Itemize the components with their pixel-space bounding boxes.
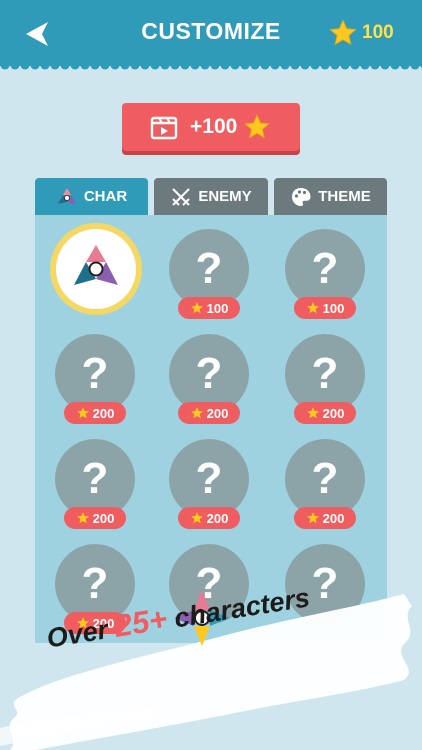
price-badge: 100 [178, 297, 240, 319]
price-value: 200 [206, 405, 229, 421]
star-icon [306, 302, 319, 314]
tab-enemy[interactable]: ENEMY [154, 178, 268, 215]
question-mark-icon: ? [81, 349, 109, 398]
star-icon [306, 512, 319, 524]
price-value: 200 [322, 510, 345, 526]
crossed-swords-icon [172, 187, 191, 206]
video-clapper-icon [150, 116, 178, 140]
price-value: 200 [322, 405, 345, 421]
tab-label: CHAR [83, 188, 128, 205]
question-mark-icon: ? [195, 454, 223, 503]
character-slot[interactable]: ? 200 [284, 439, 366, 535]
question-mark-icon: ? [81, 559, 109, 608]
watch-video-reward-button[interactable]: +100 [122, 103, 300, 151]
character-slot-selected[interactable] [50, 223, 142, 315]
star-icon [306, 407, 319, 419]
price-value: 200 [206, 510, 229, 526]
character-slot[interactable]: ? 200 [168, 439, 250, 535]
price-badge: 200 [294, 402, 356, 424]
price-badge: 200 [178, 507, 240, 529]
price-badge: 200 [64, 507, 126, 529]
character-slot[interactable]: ? 100 [168, 229, 250, 325]
star-count: 100 [362, 22, 394, 43]
character-slot[interactable]: ? 100 [284, 229, 366, 325]
star-icon [190, 407, 203, 419]
price-value: 100 [206, 300, 229, 316]
question-mark-icon: ? [195, 349, 223, 398]
tab-theme[interactable]: THEME [274, 178, 387, 215]
triangle-character-icon [74, 245, 118, 285]
star-counter: 100 [328, 17, 394, 49]
price-value: 200 [92, 405, 115, 421]
header-scallop-edge [0, 62, 422, 76]
question-mark-icon: ? [195, 244, 223, 293]
character-slot[interactable]: ? 200 [54, 334, 136, 430]
triangle-character-icon [57, 187, 76, 204]
star-icon [329, 19, 357, 46]
reward-label: +100 [190, 115, 238, 138]
price-badge: 200 [294, 507, 356, 529]
price-badge: 100 [294, 297, 356, 319]
star-icon [76, 407, 89, 419]
star-icon [244, 114, 271, 139]
promo-highlight: 25+ [112, 600, 170, 644]
question-mark-icon: ? [311, 349, 339, 398]
tab-label: THEME [318, 188, 371, 205]
tab-char[interactable]: CHAR [35, 178, 148, 215]
star-icon [190, 302, 203, 314]
promo-prefix: Over [44, 613, 118, 654]
price-badge: 200 [178, 402, 240, 424]
question-mark-icon: ? [311, 244, 339, 293]
character-slot[interactable]: ? 200 [168, 334, 250, 430]
character-slot[interactable]: ? 200 [54, 439, 136, 535]
price-value: 200 [92, 510, 115, 526]
star-icon [190, 512, 203, 524]
palette-icon [292, 187, 311, 206]
price-badge: 200 [64, 402, 126, 424]
star-icon [76, 512, 89, 524]
character-slot[interactable]: ? 200 [284, 334, 366, 430]
question-mark-icon: ? [311, 454, 339, 503]
price-value: 100 [322, 300, 345, 316]
question-mark-icon: ? [81, 454, 109, 503]
tab-label: ENEMY [198, 188, 252, 205]
